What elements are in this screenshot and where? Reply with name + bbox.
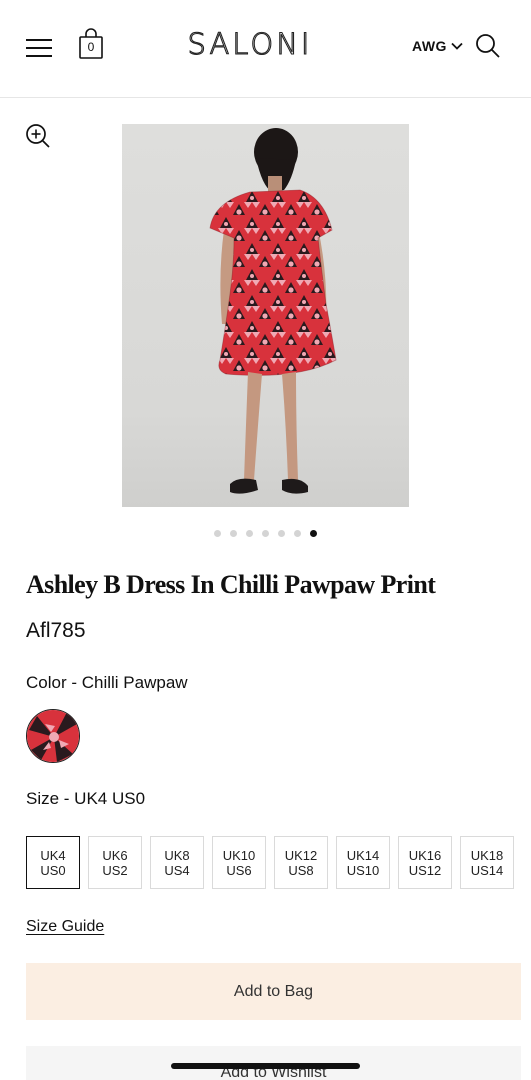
home-indicator [171,1063,360,1069]
zoom-in-icon[interactable] [24,122,52,150]
size-option[interactable]: UK16 US12 [398,836,452,889]
size-label: Size - UK4 US0 [26,789,146,808]
size-option[interactable]: UK8 US4 [150,836,204,889]
size-us: US6 [226,862,252,878]
size-option[interactable]: UK18 US14 [460,836,514,889]
shopping-bag-icon[interactable]: 0 [78,28,104,60]
size-uk: UK6 [102,847,128,863]
size-uk: UK8 [164,847,190,863]
pagination-dot[interactable] [310,530,317,537]
color-label: Color - Chilli Pawpaw [26,673,188,692]
currency-label: AWG [412,38,447,54]
product-title: Ashley B Dress In Chilli Pawpaw Print [26,570,436,599]
size-option[interactable]: UK4 US0 [26,836,80,889]
site-logo[interactable]: SALONI [150,24,350,64]
size-us: US4 [164,862,190,878]
add-to-bag-button[interactable]: Add to Bag [26,963,521,1020]
size-guide-link[interactable]: Size Guide [26,917,104,937]
size-uk: UK16 [408,847,442,863]
size-option[interactable]: UK6 US2 [88,836,142,889]
pagination-dot[interactable] [294,530,301,537]
size-option[interactable]: UK14 US10 [336,836,390,889]
hamburger-menu-icon[interactable] [26,38,52,58]
size-selector: UK4 US0 UK6 US2 UK8 US4 UK10 US6 UK12 US8 UK1… [26,836,514,889]
size-uk: UK12 [284,847,318,863]
pagination-dot[interactable] [230,530,237,537]
size-us: US14 [470,862,504,878]
size-us: US10 [346,862,380,878]
size-option[interactable]: UK10 US6 [212,836,266,889]
search-icon[interactable] [474,32,502,60]
pagination-dot[interactable] [262,530,269,537]
size-us: US8 [288,862,314,878]
size-uk: UK4 [40,847,66,863]
image-pagination [0,530,531,538]
model-in-dress-photo [122,124,409,507]
size-uk: UK10 [222,847,256,863]
product-price: Afl785 [26,619,86,642]
size-us: US0 [40,862,66,878]
color-swatch-chilli-pawpaw[interactable] [26,709,80,763]
size-option[interactable]: UK12 US8 [274,836,328,889]
size-us: US12 [408,862,442,878]
size-us: US2 [102,862,128,878]
product-image[interactable] [122,124,409,507]
pagination-dot[interactable] [214,530,221,537]
size-uk: UK18 [470,847,504,863]
currency-selector[interactable]: AWG [412,36,463,56]
swatch-pattern [27,710,79,762]
chevron-down-icon [451,42,463,50]
pagination-dot[interactable] [278,530,285,537]
bag-count: 0 [87,40,95,54]
site-header: 0 SALONI AWG [0,0,531,98]
size-uk: UK14 [346,847,380,863]
pagination-dot[interactable] [246,530,253,537]
